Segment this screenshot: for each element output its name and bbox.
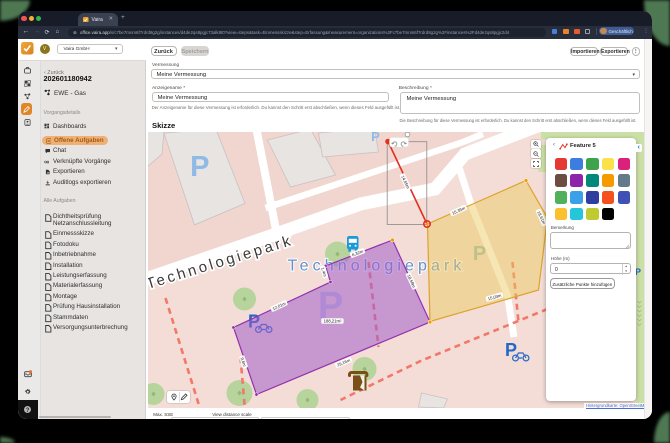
svg-text:188,21m²: 188,21m² [323, 319, 341, 324]
svg-text:P: P [505, 340, 517, 360]
svg-text:P: P [371, 132, 380, 144]
svg-text:P: P [190, 151, 209, 183]
